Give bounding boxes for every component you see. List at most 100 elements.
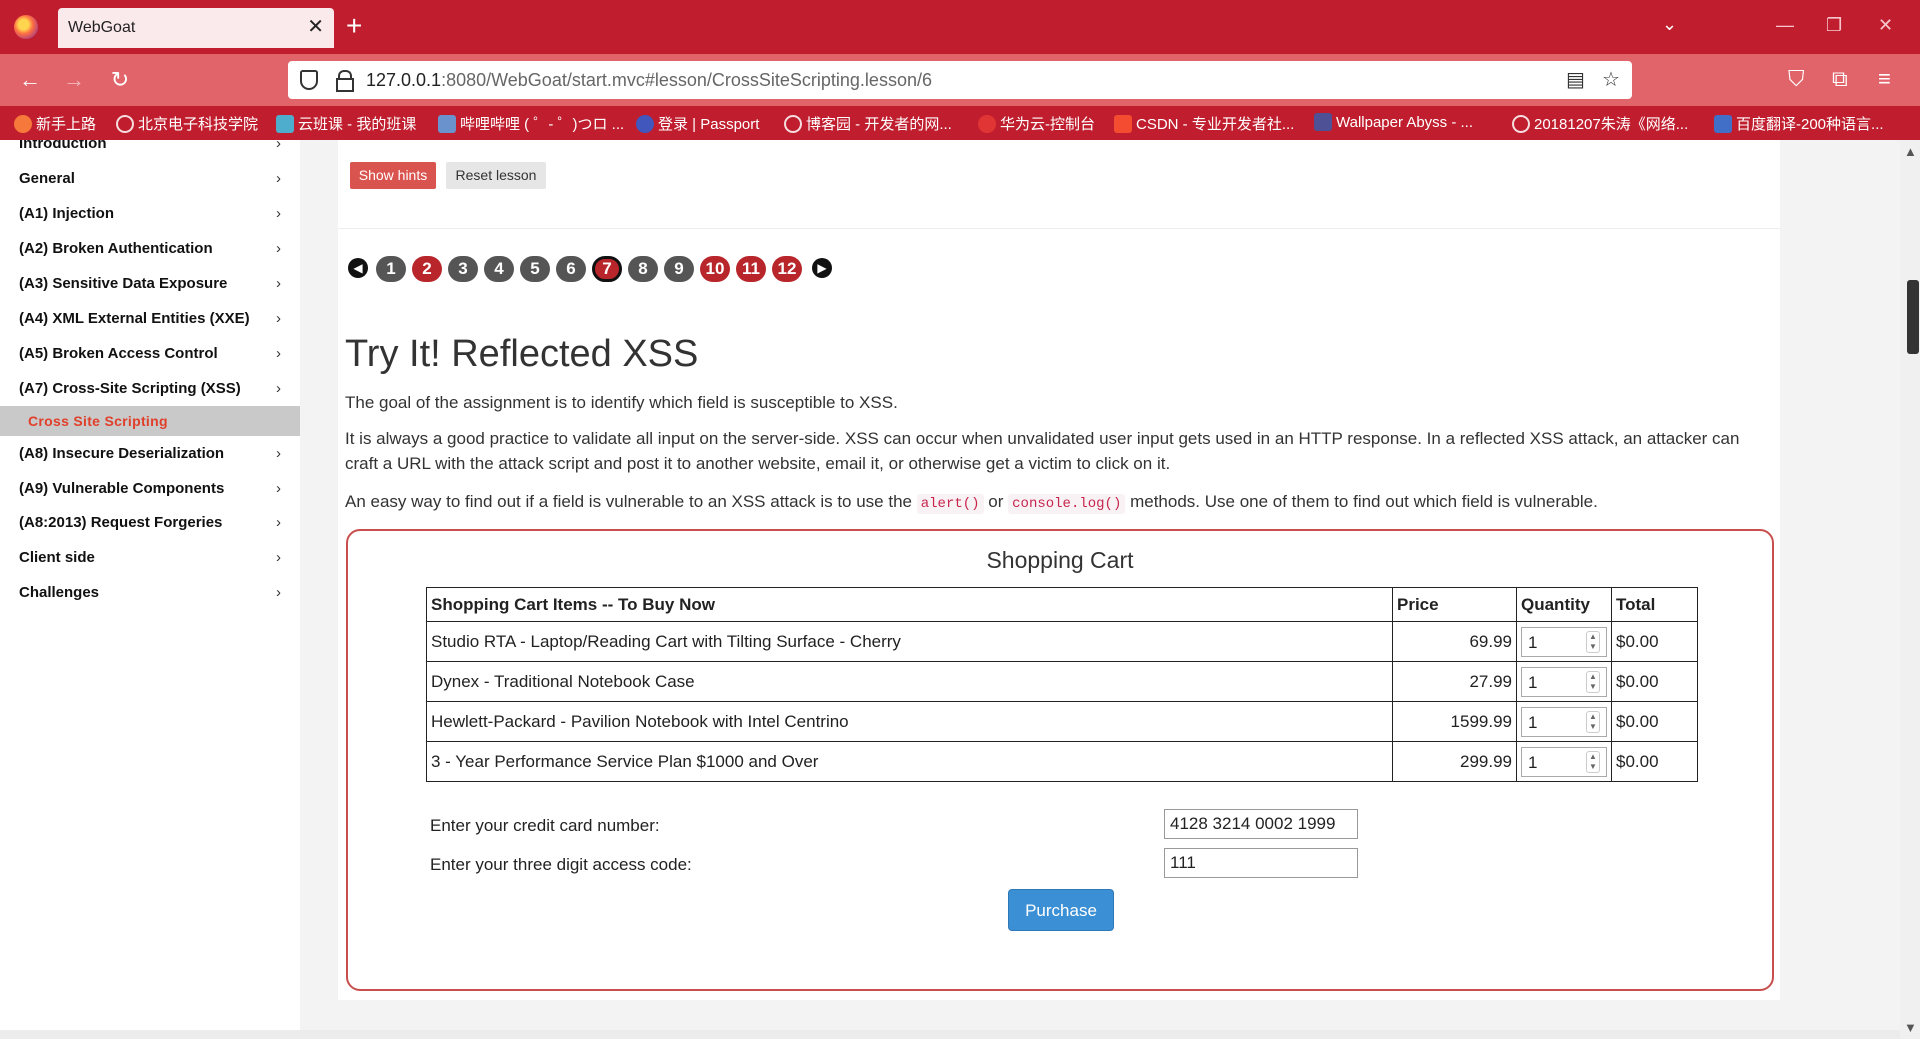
bookmark-item[interactable]: 哔哩哔哩 ( ゜- ゜)つロ ...: [438, 113, 624, 134]
menu-icon[interactable]: ≡: [1878, 66, 1891, 92]
sidebar-item-request-forgeries[interactable]: (A8:2013) Request Forgeries ›: [19, 514, 281, 536]
bilibili-icon: [438, 114, 456, 133]
sidebar-item-client-side[interactable]: Client side ›: [19, 549, 281, 571]
sidebar-subitem-cross-site-scripting[interactable]: Cross Site Scripting: [0, 406, 300, 436]
page-link[interactable]: 10: [700, 256, 730, 282]
access-code-input[interactable]: 111: [1164, 848, 1358, 878]
quantity-stepper[interactable]: 1 ▲ ▼: [1521, 746, 1607, 777]
pocket-icon[interactable]: ⛉: [1788, 66, 1805, 92]
bookmark-item[interactable]: CSDN - 专业开发者社...: [1114, 113, 1294, 134]
page-link[interactable]: 9: [664, 256, 694, 282]
sidebar-item-xxe[interactable]: (A4) XML External Entities (XXE) ›: [19, 310, 281, 332]
sidebar-item-introduction[interactable]: Introduction ›: [19, 140, 281, 157]
table-row: Hewlett-Packard - Pavilion Notebook with…: [426, 701, 1698, 742]
chevron-right-icon: ›: [276, 514, 281, 531]
url-path: :8080/WebGoat/start.mvc#lesson/CrossSite…: [441, 70, 932, 90]
page-link[interactable]: 12: [772, 256, 802, 282]
sidebar-item-challenges[interactable]: Challenges ›: [19, 584, 281, 606]
table-row: 3 - Year Performance Service Plan $1000 …: [426, 741, 1698, 782]
bookmark-item[interactable]: 华为云-控制台: [978, 113, 1095, 134]
minimize-icon[interactable]: —: [1776, 12, 1794, 38]
bookmark-item[interactable]: 百度翻译-200种语言...: [1714, 113, 1884, 134]
spinner-arrows-icon[interactable]: ▲ ▼: [1586, 670, 1600, 693]
sidebar-item-broken-auth[interactable]: (A2) Broken Authentication ›: [19, 240, 281, 262]
lock-icon[interactable]: [336, 70, 354, 92]
bookmarks-bar: 新手上路 北京电子科技学院 云班课 - 我的班课 哔哩哔哩 ( ゜- ゜)つロ …: [0, 106, 1920, 140]
sidebar-item-general[interactable]: General ›: [19, 170, 281, 192]
bookmark-item[interactable]: Wallpaper Abyss - ...: [1314, 113, 1473, 131]
page-scrollbar[interactable]: ▲ ▼: [1900, 140, 1920, 1039]
item-price: 27.99: [1392, 661, 1517, 702]
page-link[interactable]: 1: [376, 256, 406, 282]
scroll-up-icon[interactable]: ▲: [1904, 144, 1917, 159]
scroll-down-icon[interactable]: ▼: [1904, 1020, 1917, 1035]
close-tab-icon[interactable]: ✕: [307, 15, 324, 39]
sidebar-item-sensitive-data[interactable]: (A3) Sensitive Data Exposure ›: [19, 275, 281, 297]
wallpaper-icon: [1314, 113, 1332, 131]
chevron-right-icon: ›: [276, 345, 281, 362]
page-link[interactable]: 3: [448, 256, 478, 282]
column-header: Price: [1392, 587, 1517, 622]
bookmark-item[interactable]: 博客园 - 开发者的网...: [784, 113, 952, 134]
sidebar-item-access-control[interactable]: (A5) Broken Access Control ›: [19, 345, 281, 367]
huawei-icon: [978, 114, 996, 133]
page-link[interactable]: 2: [412, 256, 442, 282]
chevron-right-icon: ›: [276, 549, 281, 566]
sidebar-item-xss[interactable]: (A7) Cross-Site Scripting (XSS) ›: [19, 380, 281, 402]
page-link[interactable]: 4: [484, 256, 514, 282]
next-page-arrow-icon[interactable]: ▶: [812, 258, 832, 278]
purchase-button[interactable]: Purchase: [1008, 889, 1114, 931]
url-bar[interactable]: 127.0.0.1:8080/WebGoat/start.mvc#lesson/…: [288, 61, 1632, 99]
url-text[interactable]: 127.0.0.1:8080/WebGoat/start.mvc#lesson/…: [366, 70, 932, 91]
new-tab-icon[interactable]: +: [346, 10, 362, 42]
spinner-arrows-icon[interactable]: ▲ ▼: [1586, 750, 1600, 773]
page-link-current[interactable]: 7: [592, 256, 622, 282]
reader-view-icon[interactable]: ▤: [1566, 69, 1585, 91]
quantity-stepper[interactable]: 1 ▲ ▼: [1521, 706, 1607, 737]
previous-page-arrow-icon[interactable]: ◀: [348, 258, 368, 278]
cnblogs-icon: [1512, 114, 1530, 133]
tracking-shield-icon[interactable]: [300, 70, 318, 90]
quantity-stepper[interactable]: 1 ▲ ▼: [1521, 626, 1607, 657]
tab-list-chevron-icon[interactable]: ⌄: [1662, 14, 1677, 35]
bookmark-item[interactable]: 北京电子科技学院: [116, 113, 258, 134]
tab-title: WebGoat: [68, 19, 136, 36]
quantity-stepper[interactable]: 1 ▲ ▼: [1521, 666, 1607, 697]
page-link[interactable]: 11: [736, 256, 766, 282]
spinner-arrows-icon[interactable]: ▲ ▼: [1586, 630, 1600, 653]
lesson-paragraph: An easy way to find out if a field is vu…: [345, 492, 1598, 514]
credit-card-input[interactable]: 4128 3214 0002 1999: [1164, 809, 1358, 839]
forward-arrow-icon[interactable]: →: [58, 64, 90, 96]
page-link[interactable]: 8: [628, 256, 658, 282]
spinner-arrows-icon[interactable]: ▲ ▼: [1586, 710, 1600, 733]
reset-lesson-button[interactable]: Reset lesson: [446, 162, 546, 189]
sidebar-item-injection[interactable]: (A1) Injection ›: [19, 205, 281, 227]
restore-icon[interactable]: ❐: [1826, 12, 1842, 38]
column-header: Quantity: [1516, 587, 1612, 622]
show-hints-button[interactable]: Show hints: [350, 162, 436, 189]
page-link[interactable]: 6: [556, 256, 586, 282]
item-name: Dynex - Traditional Notebook Case: [426, 661, 1393, 702]
bookmark-star-icon[interactable]: ☆: [1602, 69, 1620, 91]
table-row: Dynex - Traditional Notebook Case 27.99 …: [426, 661, 1698, 702]
chevron-right-icon: ›: [276, 480, 281, 497]
close-window-icon[interactable]: ✕: [1878, 12, 1893, 38]
quantity-cell: 1 ▲ ▼: [1516, 661, 1612, 702]
chevron-right-icon: ›: [276, 275, 281, 292]
sidebar-item-deserialization[interactable]: (A8) Insecure Deserialization ›: [19, 445, 281, 467]
bookmark-item[interactable]: 20181207朱涛《网络...: [1512, 113, 1688, 134]
bookmark-item[interactable]: 登录 | Passport: [636, 113, 759, 134]
column-header: Total: [1611, 587, 1698, 622]
scrollbar-thumb[interactable]: [1907, 280, 1919, 354]
reload-icon[interactable]: ↻: [104, 64, 136, 96]
back-arrow-icon[interactable]: ←: [14, 64, 46, 96]
bookmark-item[interactable]: 新手上路: [14, 113, 96, 134]
browser-tab[interactable]: WebGoat ✕: [58, 8, 334, 48]
page-link[interactable]: 5: [520, 256, 550, 282]
chevron-right-icon: ›: [276, 240, 281, 257]
sidebar-item-vulnerable-components[interactable]: (A9) Vulnerable Components ›: [19, 480, 281, 502]
firefox-logo-icon: [14, 15, 38, 39]
bookmark-item[interactable]: 云班课 - 我的班课: [276, 113, 416, 134]
extensions-icon[interactable]: ⧉: [1832, 66, 1848, 92]
chevron-right-icon: ›: [276, 445, 281, 462]
